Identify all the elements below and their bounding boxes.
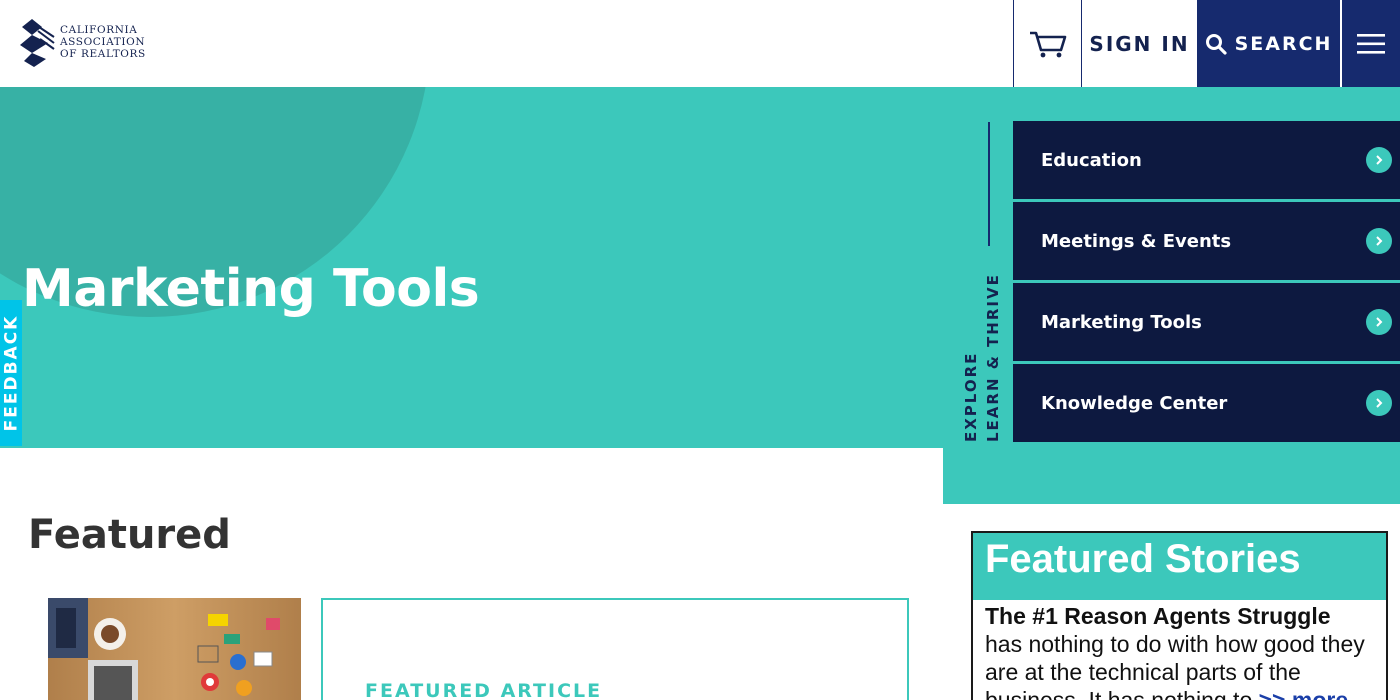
explore-word: EXPLORE xyxy=(962,351,980,442)
chevron-right-icon xyxy=(1366,390,1392,416)
desk-illustration xyxy=(48,598,301,700)
menu-button[interactable] xyxy=(1342,0,1400,87)
car-logo[interactable]: California Association of Realtors xyxy=(18,16,158,68)
menu-item-label: Education xyxy=(1041,149,1142,171)
explore-text: EXPLORE LEARN & THRIVE xyxy=(960,270,1004,442)
menu-item-knowledge-center[interactable]: Knowledge Center xyxy=(1013,364,1400,442)
featured-article-card[interactable]: FEATURED ARTICLE xyxy=(321,598,909,700)
menu-item-meetings-events[interactable]: Meetings & Events xyxy=(1013,202,1400,280)
explore-label: EXPLORE LEARN & THRIVE xyxy=(960,270,1008,442)
car-logo-icon xyxy=(20,19,55,67)
search-icon xyxy=(1205,33,1227,55)
feedback-label: FEEDBACK xyxy=(1,314,21,432)
menu-item-label: Marketing Tools xyxy=(1041,311,1202,333)
more-link[interactable]: >> more xyxy=(1259,687,1349,700)
hamburger-menu-icon xyxy=(1357,33,1385,54)
sign-in-label: SIGN IN xyxy=(1089,31,1190,56)
chevron-right-icon xyxy=(1366,228,1392,254)
featured-stories-body: The #1 Reason Agents Struggle has nothin… xyxy=(973,600,1386,700)
featured-stories-title: Featured Stories xyxy=(973,533,1386,600)
menu-item-education[interactable]: Education xyxy=(1013,121,1400,199)
featured-article-kicker: FEATURED ARTICLE xyxy=(365,680,603,700)
search-button[interactable]: SEARCH xyxy=(1197,0,1340,87)
menu-item-label: Meetings & Events xyxy=(1041,230,1232,252)
sign-in-button[interactable]: SIGN IN xyxy=(1082,0,1197,87)
cart-button[interactable] xyxy=(1013,0,1082,87)
site-header: California Association of Realtors SIGN … xyxy=(0,0,1400,87)
chevron-right-icon xyxy=(1366,309,1392,335)
logo-line: Association xyxy=(60,36,146,48)
feedback-tab[interactable]: FEEDBACK xyxy=(0,300,22,446)
shopping-cart-icon xyxy=(1029,31,1066,57)
featured-stories-box[interactable]: Featured Stories The #1 Reason Agents St… xyxy=(971,531,1388,700)
menu-item-marketing-tools[interactable]: Marketing Tools xyxy=(1013,283,1400,361)
learn-thrive-word: LEARN & THRIVE xyxy=(984,273,1002,442)
logo-line: of Realtors xyxy=(60,48,146,60)
menu-item-label: Knowledge Center xyxy=(1041,392,1228,414)
featured-heading: Featured xyxy=(28,512,231,558)
search-label: SEARCH xyxy=(1234,32,1333,55)
chevron-right-icon xyxy=(1366,147,1392,173)
page-title: Marketing Tools xyxy=(22,259,480,319)
featured-article-image[interactable] xyxy=(48,598,301,700)
explore-menu: Education Meetings & Events Marketing To… xyxy=(1013,121,1400,445)
hero-extension xyxy=(943,448,1400,504)
explore-divider xyxy=(988,122,990,246)
logo-text: California Association of Realtors xyxy=(60,24,146,60)
logo-line: California xyxy=(60,24,138,36)
story-lead: The #1 Reason Agents Struggle xyxy=(985,603,1331,629)
